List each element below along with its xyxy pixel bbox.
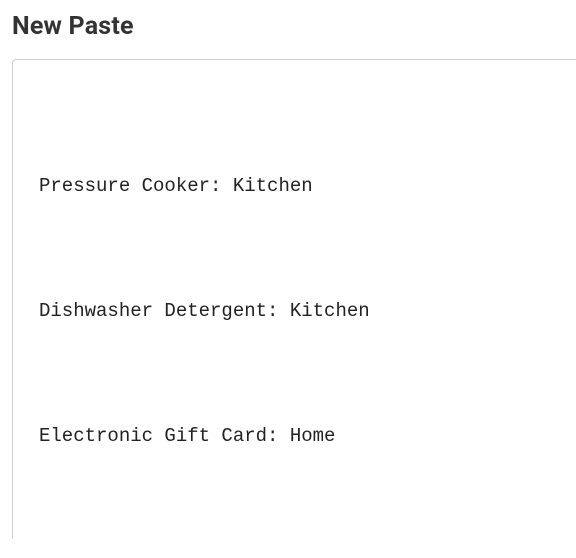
page-title: New Paste <box>12 12 576 41</box>
paste-content-area[interactable]: Pressure Cooker: Kitchen Dishwasher Dete… <box>12 59 576 539</box>
paste-line: Dishwasher Detergent: Kitchen <box>39 291 550 333</box>
paste-line: Pressure Cooker: Kitchen <box>39 166 550 208</box>
paste-line: Electronic Gift Card: Home <box>39 416 550 458</box>
